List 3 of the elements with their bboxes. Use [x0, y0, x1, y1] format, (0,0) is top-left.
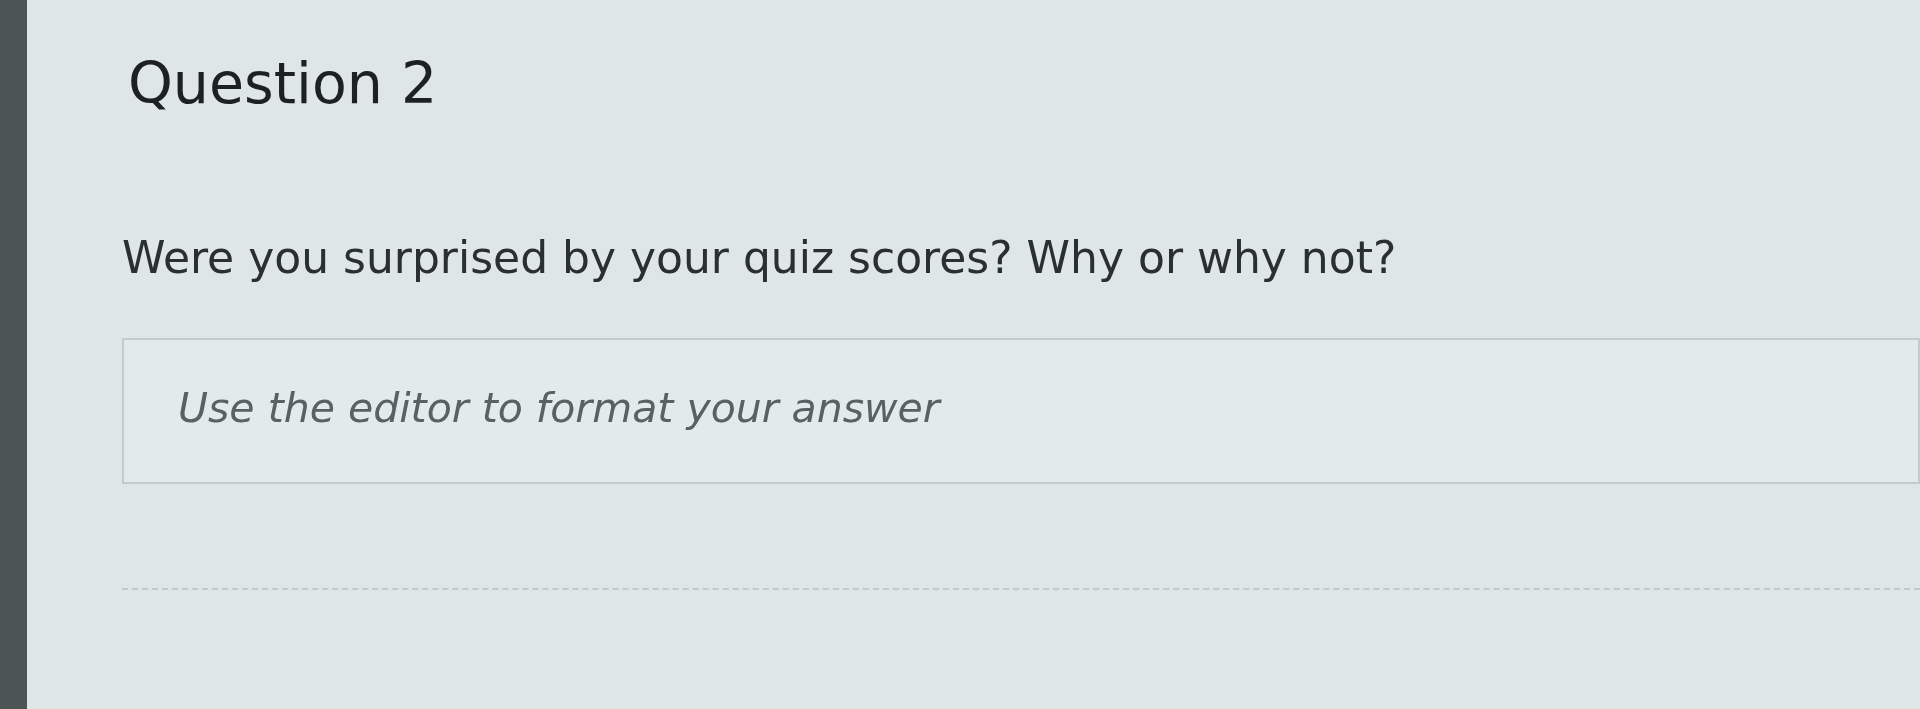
- question-title: Question 2: [128, 50, 438, 116]
- answer-box[interactable]: Use the editor to format your answer: [122, 338, 1920, 484]
- question-prompt: Were you surprised by your quiz scores? Why or why not?: [122, 231, 1397, 285]
